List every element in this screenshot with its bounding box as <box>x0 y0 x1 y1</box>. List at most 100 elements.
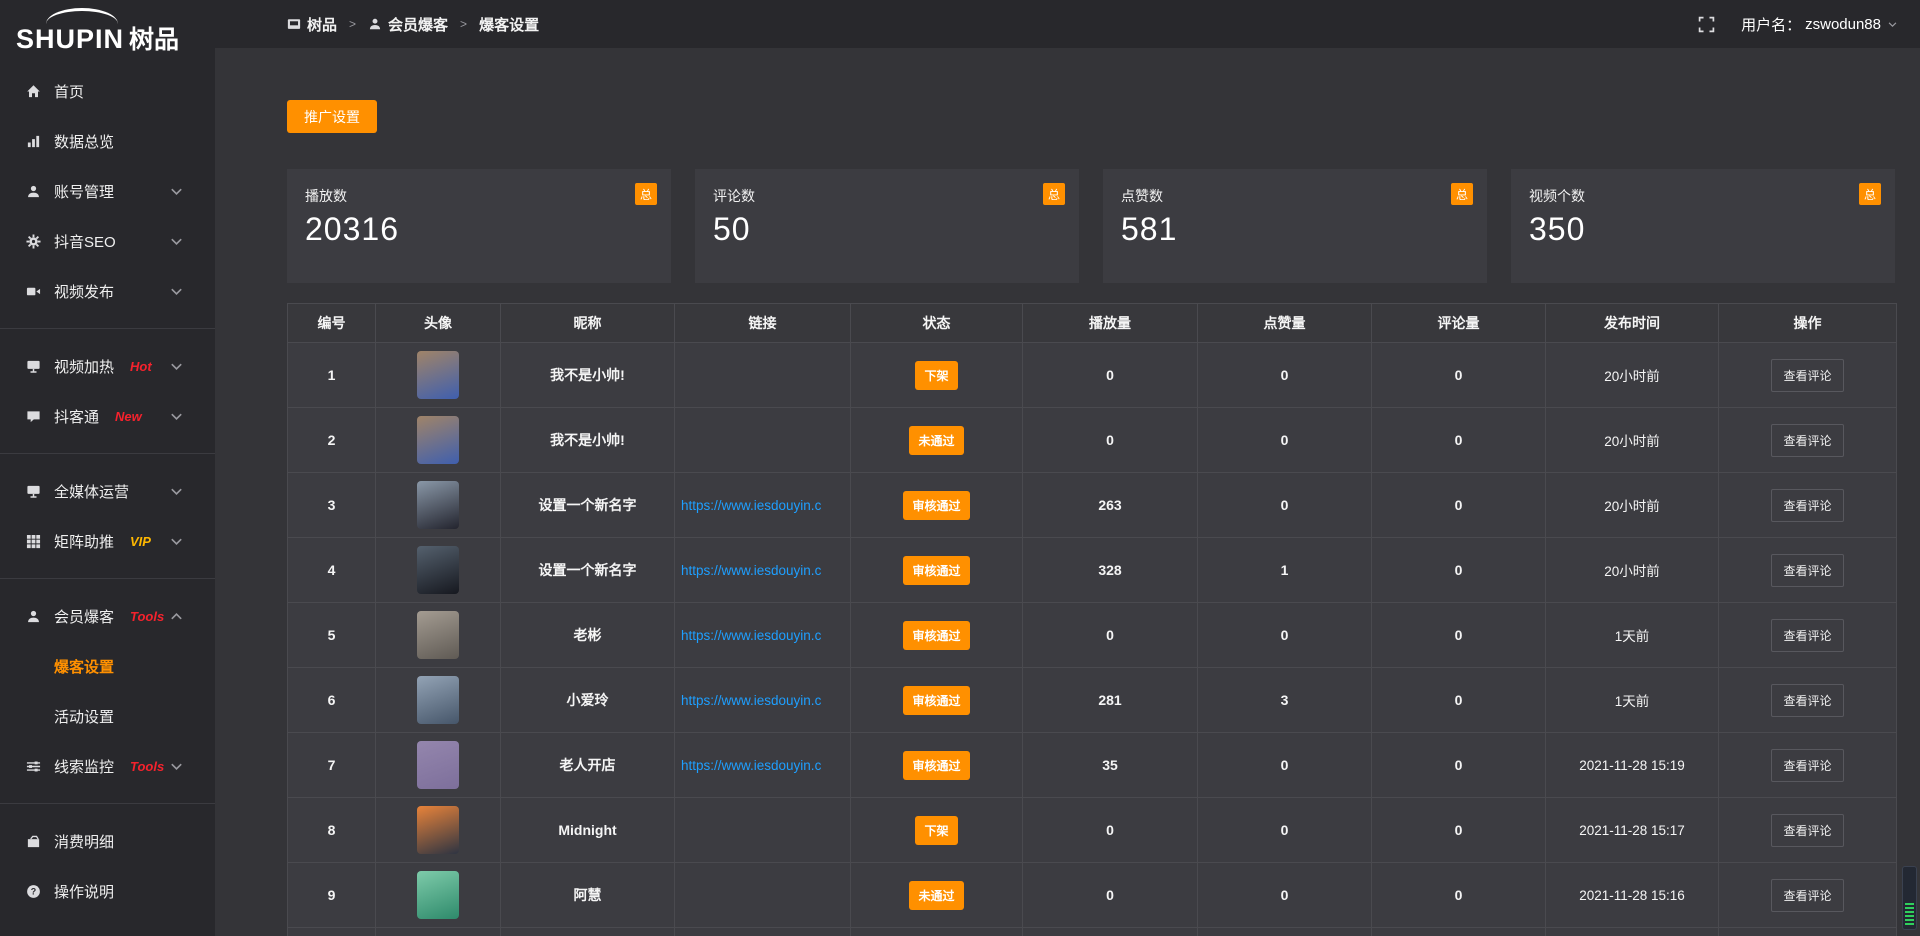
cell-comments: 0 <box>1372 538 1546 602</box>
logo-text-cn: 树品 <box>129 26 179 54</box>
stat-card: 点赞数581总 <box>1103 169 1487 283</box>
breadcrumb-item[interactable]: 爆客设置 <box>479 14 539 35</box>
sidebar-subitem[interactable]: 爆客设置 <box>0 641 215 691</box>
stat-card-value: 50 <box>713 211 1061 248</box>
sidebar-item-label: 消费明细 <box>54 831 114 852</box>
sidebar-item[interactable]: 线索监控Tools <box>0 741 215 791</box>
sidebar-item[interactable]: 抖音SEO <box>0 216 215 266</box>
video-link[interactable]: https://www.iesdouyin.c <box>681 628 821 643</box>
sidebar-item[interactable]: 账号管理 <box>0 166 215 216</box>
cell-link: https://www.iesdouyin.c <box>675 668 851 732</box>
stat-card-label: 播放数 <box>305 186 653 206</box>
cell-actions: 查看评论 <box>1719 538 1896 602</box>
chevron-up-icon <box>169 609 184 624</box>
cell-publish-time: 20小时前 <box>1546 408 1719 472</box>
stat-card-label: 点赞数 <box>1121 186 1469 206</box>
view-comments-button[interactable]: 查看评论 <box>1771 489 1843 522</box>
home-icon <box>26 84 41 99</box>
cell-avatar <box>376 668 501 732</box>
cell-actions: 查看评论 <box>1719 733 1896 797</box>
chevron-down-icon <box>169 409 184 424</box>
video-link[interactable]: https://www.iesdouyin.c <box>681 563 821 578</box>
cell-likes: 0 <box>1198 603 1372 667</box>
sidebar-item-badge: VIP <box>130 534 151 549</box>
view-comments-button[interactable]: 查看评论 <box>1771 814 1843 847</box>
sidebar-item-badge: Tools <box>130 759 164 774</box>
cell-plays: 328 <box>1023 538 1198 602</box>
breadcrumb-item[interactable]: 树品 <box>287 14 337 35</box>
status-badge: 审核通过 <box>903 621 969 650</box>
sidebar-item[interactable]: 矩阵助推VIP <box>0 516 215 566</box>
sidebar-item[interactable]: 视频加热Hot <box>0 341 215 391</box>
app-logo[interactable]: SHUPIN树品 <box>0 0 215 58</box>
cell-comments: 0 <box>1372 863 1546 927</box>
sidebar-item[interactable]: 数据总览 <box>0 116 215 166</box>
cell-publish-time: 2021-11-28 15:17 <box>1546 798 1719 862</box>
sidebar-item[interactable]: 抖客通New <box>0 391 215 441</box>
cell-likes: 0 <box>1198 733 1372 797</box>
avatar <box>417 741 459 789</box>
status-badge: 审核通过 <box>903 556 969 585</box>
video-link[interactable]: https://www.iesdouyin.c <box>681 693 821 708</box>
cell-row-number <box>288 928 376 936</box>
fullscreen-icon <box>1698 16 1715 33</box>
column-header: 操作 <box>1719 304 1896 342</box>
wallet-icon <box>26 834 41 849</box>
sidebar-item[interactable]: 全媒体运营 <box>0 466 215 516</box>
view-comments-button[interactable]: 查看评论 <box>1771 424 1843 457</box>
view-comments-button[interactable]: 查看评论 <box>1771 879 1843 912</box>
cell-actions: 查看评论 <box>1719 603 1896 667</box>
cell-avatar <box>376 473 501 537</box>
view-comments-button[interactable]: 查看评论 <box>1771 554 1843 587</box>
video-link[interactable]: https://www.iesdouyin.c <box>681 498 821 513</box>
stat-card-value: 350 <box>1529 211 1877 248</box>
sidebar-item[interactable]: 消费明细 <box>0 816 215 866</box>
breadcrumb-separator: > <box>460 17 467 31</box>
member-icon <box>26 609 41 624</box>
view-comments-button[interactable]: 查看评论 <box>1771 749 1843 782</box>
menu-divider <box>0 328 215 329</box>
cell-avatar <box>376 733 501 797</box>
user-icon <box>26 184 41 199</box>
video-link[interactable]: https://www.iesdouyin.c <box>681 758 821 773</box>
sidebar-item[interactable]: 视频发布 <box>0 266 215 316</box>
cell-status: 未通过 <box>851 863 1023 927</box>
sliders-icon <box>26 759 41 774</box>
cell-row-number: 1 <box>288 343 376 407</box>
cell-likes: 1 <box>1198 538 1372 602</box>
sidebar-item-label: 操作说明 <box>54 881 114 902</box>
promo-settings-button[interactable]: 推广设置 <box>287 100 377 133</box>
sidebar-item-badge: New <box>115 409 142 424</box>
breadcrumb-item[interactable]: 会员爆客 <box>368 14 448 35</box>
stat-card-value: 581 <box>1121 211 1469 248</box>
user-menu[interactable]: 用户名：zswodun88 <box>1741 14 1898 35</box>
sidebar-subitem[interactable]: 活动设置 <box>0 691 215 741</box>
sidebar-item[interactable]: 首页 <box>0 66 215 116</box>
username-value: zswodun88 <box>1805 16 1881 33</box>
cell-actions: 查看评论 <box>1719 408 1896 472</box>
sidebar-item-label: 首页 <box>54 81 84 102</box>
cell-publish-time: 1天前 <box>1546 668 1719 732</box>
stat-card: 播放数20316总 <box>287 169 671 283</box>
stat-card: 评论数50总 <box>695 169 1079 283</box>
cell-link <box>675 408 851 472</box>
cell-comments: 0 <box>1372 473 1546 537</box>
view-comments-button[interactable]: 查看评论 <box>1771 684 1843 717</box>
sidebar-item[interactable]: 会员爆客Tools <box>0 591 215 641</box>
cell-avatar <box>376 863 501 927</box>
column-header: 点赞量 <box>1198 304 1372 342</box>
total-badge: 总 <box>1859 183 1881 205</box>
floating-widget[interactable] <box>1902 866 1917 930</box>
cell-likes: 0 <box>1198 798 1372 862</box>
sidebar-item[interactable]: ?操作说明 <box>0 866 215 916</box>
sidebar: SHUPIN树品 首页数据总览账号管理抖音SEO视频发布视频加热Hot抖客通Ne… <box>0 0 215 936</box>
video-icon <box>26 284 41 299</box>
cell-plays: 0 <box>1023 798 1198 862</box>
view-comments-button[interactable]: 查看评论 <box>1771 359 1843 392</box>
cell-avatar <box>376 538 501 602</box>
cell-comments: 0 <box>1372 798 1546 862</box>
fullscreen-icon[interactable] <box>1698 16 1715 33</box>
view-comments-button[interactable]: 查看评论 <box>1771 619 1843 652</box>
cell-avatar <box>376 603 501 667</box>
cell-publish-time: 2021-11-28 15:16 <box>1546 863 1719 927</box>
